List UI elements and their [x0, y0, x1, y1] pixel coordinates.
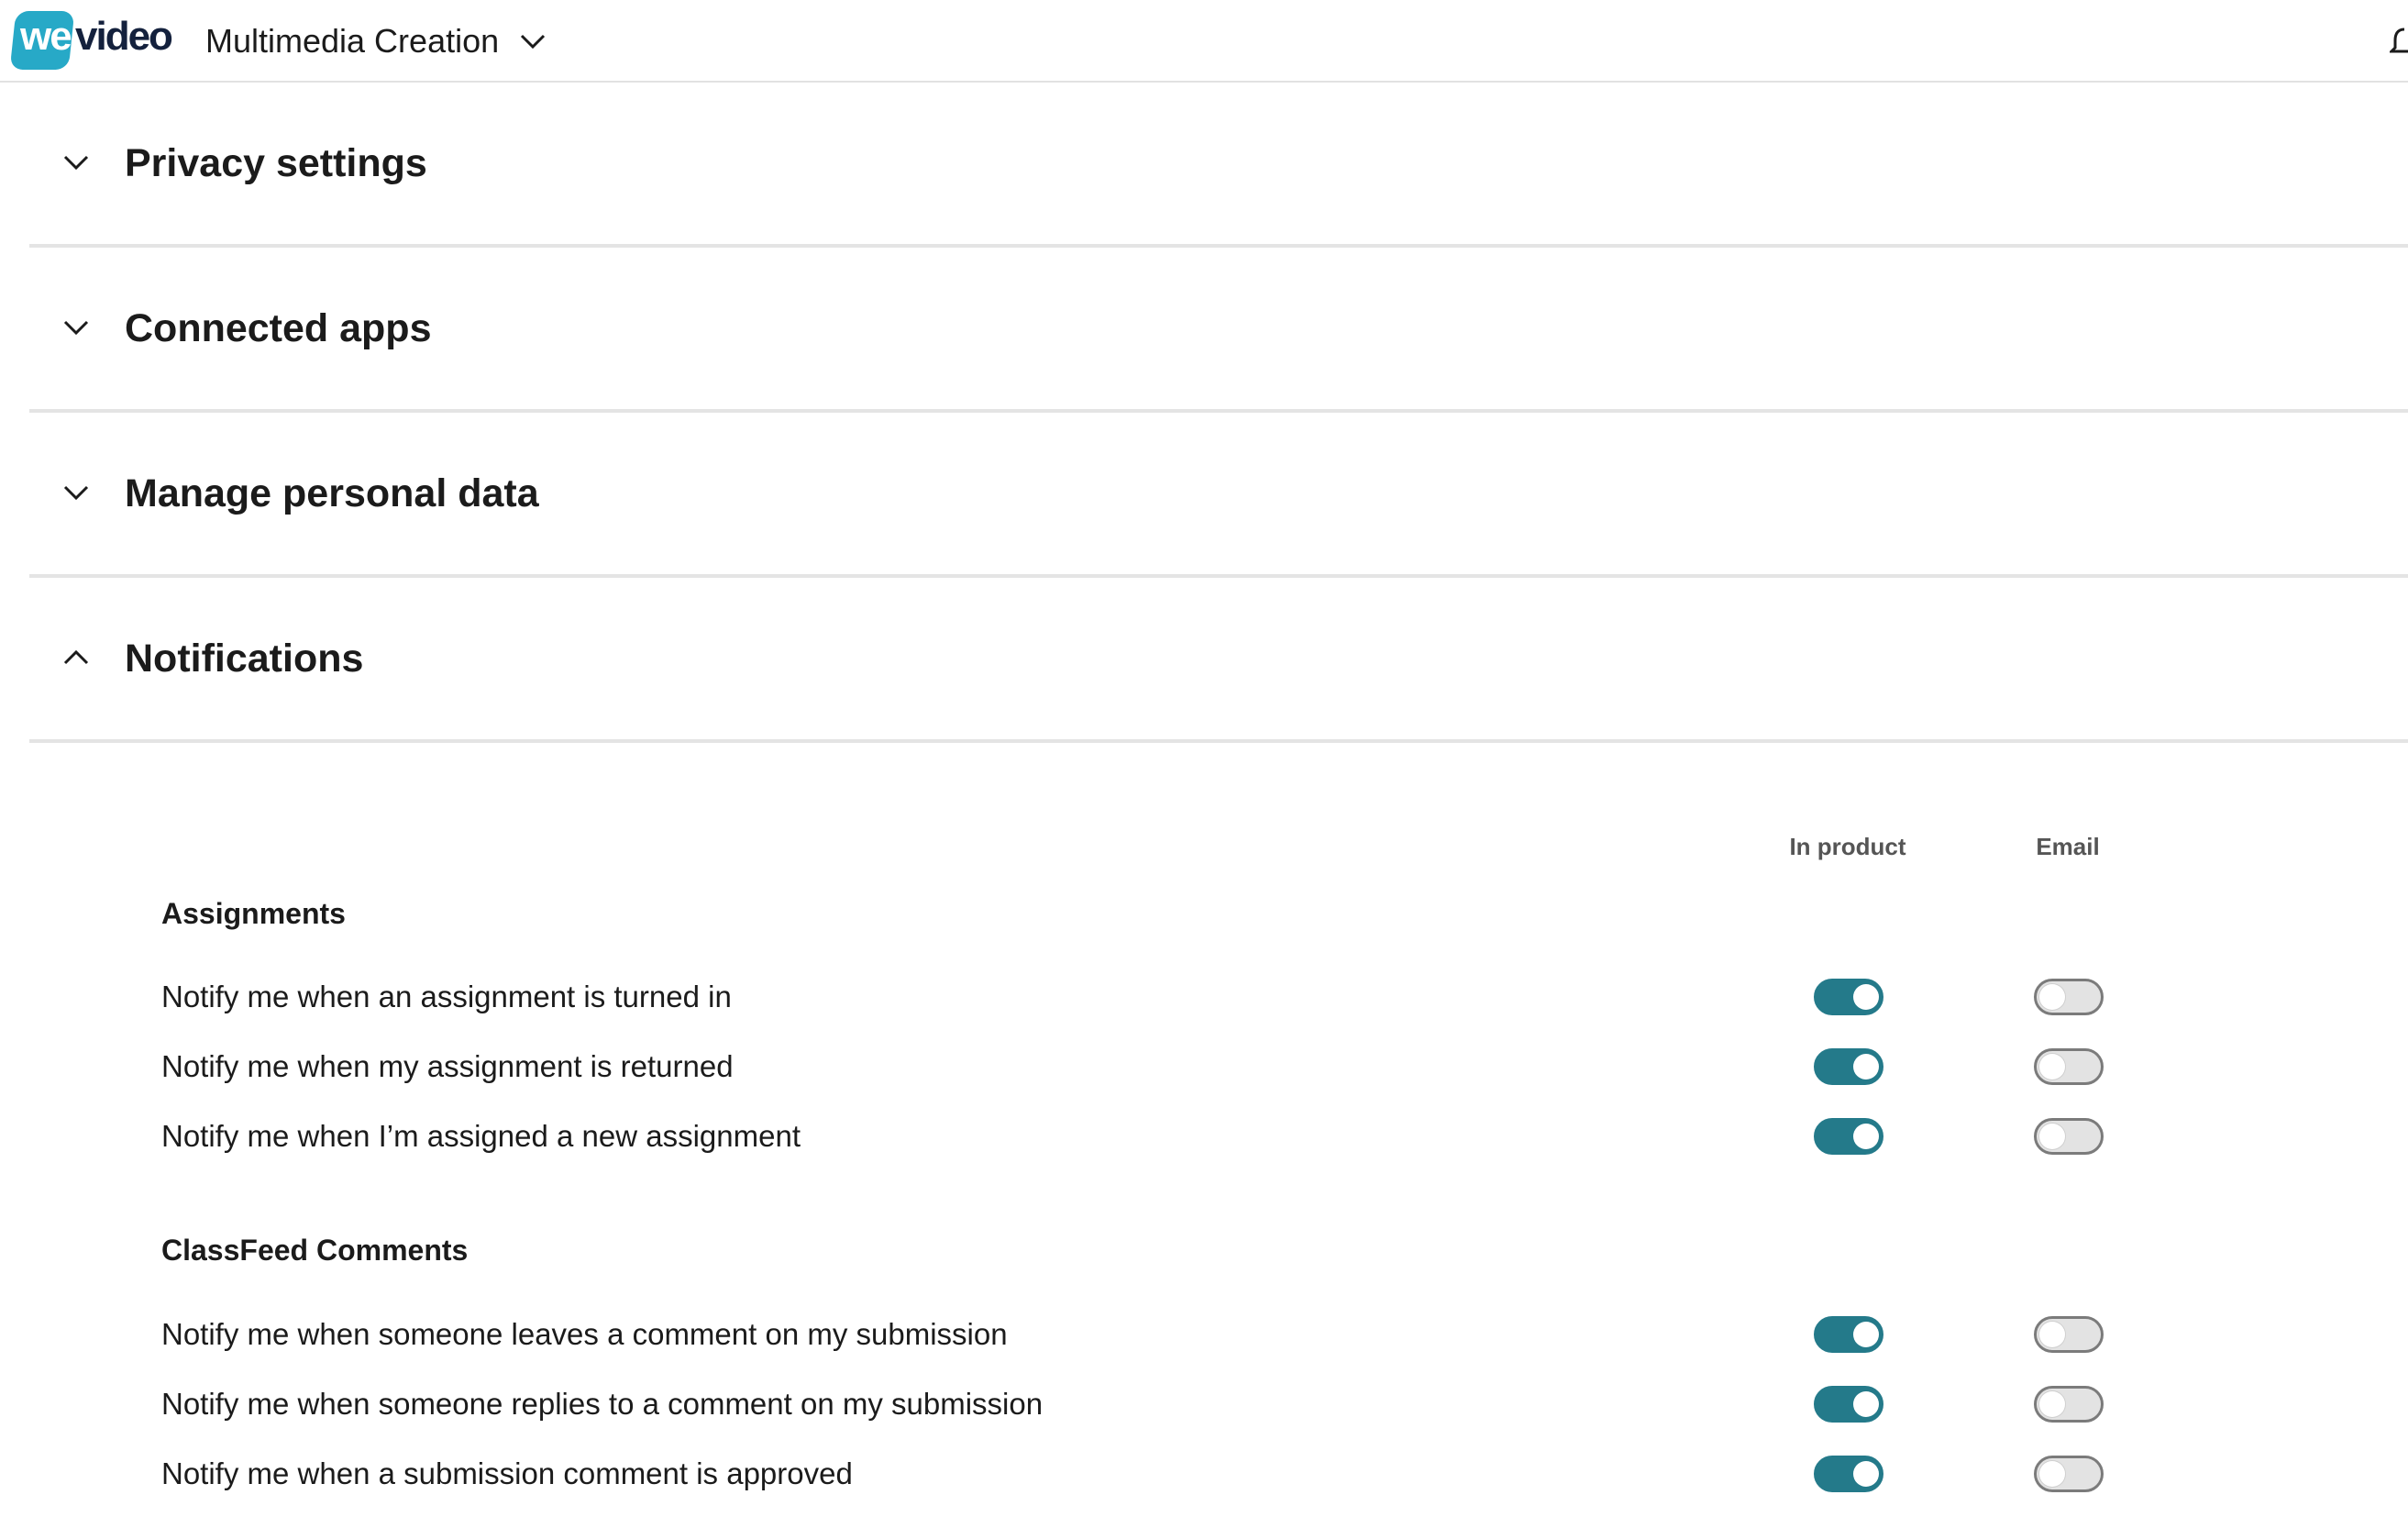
chevron-down-icon — [63, 155, 89, 171]
wevideo-logo[interactable]: we video — [9, 9, 173, 72]
toggle-knob — [1853, 1322, 1879, 1347]
notification-label: Notify me when someone leaves a comment … — [161, 1317, 1008, 1351]
notification-label: Notify me when my assignment is returned — [161, 1049, 734, 1083]
toggle-knob — [2039, 1322, 2065, 1347]
email-toggle[interactable] — [2034, 1118, 2104, 1155]
in-product-toggle[interactable] — [1814, 1048, 1883, 1085]
toggle-knob — [2039, 1054, 2065, 1080]
in-product-toggle[interactable] — [1814, 979, 1883, 1015]
group-title-assignments: Assignments — [161, 897, 346, 930]
in-product-toggle[interactable] — [1814, 1456, 1883, 1492]
chevron-down-icon — [521, 34, 546, 50]
section-notifications[interactable]: Notifications — [29, 578, 2408, 743]
email-toggle[interactable] — [2034, 979, 2104, 1015]
email-toggle[interactable] — [2034, 1048, 2104, 1085]
column-header-email: Email — [2036, 833, 2100, 860]
toggle-knob — [2039, 1461, 2065, 1487]
section-title: Manage personal data — [125, 471, 539, 515]
toggle-knob — [2039, 1391, 2065, 1417]
in-product-toggle[interactable] — [1814, 1386, 1883, 1423]
workspace-label: Multimedia Creation — [205, 22, 500, 60]
chevron-down-icon — [63, 485, 89, 501]
in-product-toggle[interactable] — [1814, 1118, 1883, 1155]
email-toggle[interactable] — [2034, 1386, 2104, 1423]
logo-suffix: video — [75, 14, 173, 59]
logo-prefix: we — [20, 14, 72, 59]
group-title-classfeed-comments: ClassFeed Comments — [161, 1234, 469, 1267]
in-product-toggle[interactable] — [1814, 1316, 1883, 1353]
workspace-selector[interactable]: Multimedia Creation — [205, 18, 548, 64]
section-title: Connected apps — [125, 306, 432, 350]
section-connected-apps[interactable]: Connected apps — [29, 248, 2408, 413]
email-toggle[interactable] — [2034, 1456, 2104, 1492]
notification-label: Notify me when a submission comment is a… — [161, 1456, 853, 1490]
toggle-knob — [2039, 1124, 2065, 1149]
email-toggle[interactable] — [2034, 1316, 2104, 1353]
toggle-knob — [1853, 984, 1879, 1010]
notification-label: Notify me when someone replies to a comm… — [161, 1387, 1044, 1421]
section-title: Privacy settings — [125, 141, 427, 185]
notification-label: Notify me when an assignment is turned i… — [161, 980, 732, 1013]
column-header-in-product: In product — [1789, 833, 1906, 860]
toggle-knob — [1853, 1124, 1879, 1149]
notification-label: Notify me when I’m assigned a new assign… — [161, 1119, 801, 1153]
chevron-down-icon — [63, 320, 89, 336]
chevron-up-icon — [63, 649, 89, 665]
toggle-knob — [1853, 1054, 1879, 1080]
section-title: Notifications — [125, 637, 364, 681]
toggle-knob — [2039, 984, 2065, 1010]
toggle-knob — [1853, 1391, 1879, 1417]
top-bar: we video Multimedia Creation — [0, 0, 2408, 83]
section-privacy-settings[interactable]: Privacy settings — [29, 83, 2408, 248]
bell-icon[interactable] — [2390, 22, 2408, 59]
section-manage-personal-data[interactable]: Manage personal data — [29, 413, 2408, 578]
toggle-knob — [1853, 1461, 1879, 1487]
